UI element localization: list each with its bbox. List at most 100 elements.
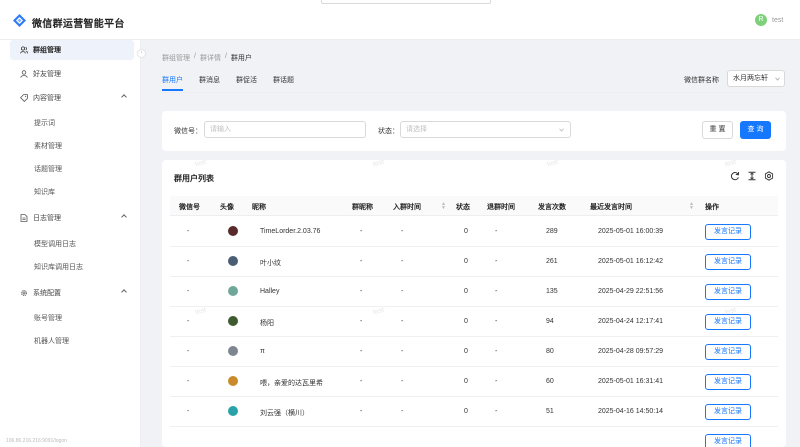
sidebar-item-robots[interactable]: 机器人管理 [34,336,69,346]
column-header[interactable]: 最近发言时间 [590,202,632,212]
app-title: 微信群运营智能平台 [32,19,125,30]
wechat-id-input[interactable]: 请输入 [204,121,366,138]
status-label: 状态： [378,128,399,135]
sidebar-item-system-config[interactable]: 系统配置 [10,283,134,303]
watermark: test [724,160,738,169]
cell-group-nickname: - [360,378,363,385]
tab-group-messages[interactable]: 群消息 [199,75,220,91]
cell-nickname: TimeLorder.2.03.76 [260,228,321,235]
column-header: 发言次数 [538,204,566,211]
query-button[interactable]: 查 询 [740,121,771,139]
tab-bar: 群用户 群消息 群促活 群话题 [162,75,294,91]
tab-group-promotion[interactable]: 群促活 [236,75,257,91]
cell-wechat-id: - [187,288,190,295]
cell-nickname: π [260,348,265,355]
message-records-button[interactable]: 发言记录 [705,224,751,240]
watermark: test [546,160,560,169]
cell-wechat-id: - [187,228,190,235]
message-records-button[interactable]: 发言记录 [705,314,751,330]
table-row: - π - - 0 - 80 2025-04-28 09:57:29 发言记录 [170,337,778,367]
sidebar-item-kb-log[interactable]: 知识库调用日志 [34,262,83,272]
chevron-down-icon [559,128,564,132]
chevron-up-icon [121,289,127,295]
column-height-icon[interactable] [747,171,757,181]
cell-join-time: - [401,288,404,295]
message-records-button[interactable]: 发言记录 [705,344,751,360]
cell-leave-time: - [495,288,498,295]
filter-panel: 微信号： 请输入 状态： 请选择 重 置 查 询 [162,111,786,151]
sort-icon[interactable]: ▲ ▼ [441,202,446,211]
cell-group-nickname: - [360,408,363,415]
sidebar-item-group-management[interactable]: 群组管理 [10,40,134,60]
avatar [228,406,238,416]
group-select[interactable]: 水月两忘轩 [727,70,785,87]
cell-last-message-time: 2025-04-16 14:50:14 [598,408,663,415]
sort-icon[interactable]: ▲ ▼ [689,202,694,211]
cell-message-count: 80 [546,348,554,355]
cell-wechat-id: - [187,378,190,385]
sidebar-item-topics[interactable]: 话题管理 [34,164,62,174]
cell-wechat-id: - [187,408,190,415]
tag-icon [20,94,28,102]
cell-message-count: 51 [546,408,554,415]
floating-input[interactable] [321,0,491,4]
group-select-label: 微信群名称 [684,77,719,84]
table-row: - 杨阳 - - 0 - 94 2025-04-24 12:17:41 发言记录 [170,307,778,337]
file-icon [20,214,28,222]
settings-icon[interactable] [764,171,774,181]
sidebar-item-prompts[interactable]: 提示词 [34,118,55,128]
avatar [228,316,238,326]
sidebar-item-accounts[interactable]: 账号管理 [34,313,62,323]
sidebar-item-label: 系统配置 [33,290,61,297]
sidebar-item-content-management[interactable]: 内容管理 [10,88,134,108]
message-records-button[interactable]: 发言记录 [705,284,751,300]
watermark: test [194,160,208,169]
status-url: 106.86.216.216:9091/logon [6,438,67,444]
sidebar-item-model-log[interactable]: 模型调用日志 [34,239,76,249]
refresh-icon[interactable] [730,171,740,181]
sidebar-item-log-management[interactable]: 日志管理 [10,208,134,228]
cell-leave-time: - [495,378,498,385]
cell-message-count: 60 [546,378,554,385]
cell-status: 0 [464,318,468,325]
cell-message-count: 135 [546,288,558,295]
wechat-id-label: 微信号： [174,128,202,135]
cell-status: 0 [464,258,468,265]
tab-group-users[interactable]: 群用户 [162,75,183,91]
column-header[interactable]: 入群时间 [393,202,421,212]
sidebar-collapse-button[interactable]: ‹ [137,49,146,58]
column-header: 群昵称 [352,204,373,211]
breadcrumb-separator: / [194,53,196,60]
breadcrumb-item[interactable]: 群详情 [200,53,221,63]
cell-nickname: Halley [260,288,280,295]
sidebar-item-knowledge-base[interactable]: 知识库 [34,187,55,197]
cell-group-nickname: - [360,348,363,355]
breadcrumb-current: 群用户 [230,55,252,62]
cell-nickname: 叶小纹 [260,260,281,267]
cell-wechat-id: - [187,348,190,355]
cell-nickname: 刘云强（横川） [260,410,309,417]
user-name[interactable]: test [772,17,783,24]
status-select[interactable]: 请选择 [400,121,571,138]
message-records-button[interactable]: 发言记录 [705,404,751,420]
column-header: 头像 [220,204,234,211]
cell-group-nickname: - [360,228,363,235]
message-records-button[interactable]: 发言记录 [705,374,751,390]
column-header: 昵称 [252,204,266,211]
breadcrumb-item[interactable]: 群组管理 [162,53,190,63]
reset-button[interactable]: 重 置 [702,121,733,139]
avatar[interactable]: R [755,14,767,26]
cell-last-message-time: 2025-04-29 22:51:56 [598,288,663,295]
table-row: 发言记录 [170,427,778,447]
message-records-button[interactable]: 发言记录 [705,254,751,270]
sidebar-item-label: 群组管理 [33,47,61,54]
sidebar-item-friend-management[interactable]: 好友管理 [10,64,134,84]
table-row: - Halley - - 0 - 135 2025-04-29 22:51:56 发言记录 [170,277,778,307]
chevron-up-icon [121,214,127,220]
tab-group-topics[interactable]: 群话题 [273,75,294,91]
sidebar-item-materials[interactable]: 素材管理 [34,141,62,151]
message-records-button[interactable]: 发言记录 [705,434,751,447]
top-bar: 微信群运营智能平台 R test [0,0,800,40]
chevron-down-icon [775,77,780,81]
column-header: 操作 [705,204,719,211]
